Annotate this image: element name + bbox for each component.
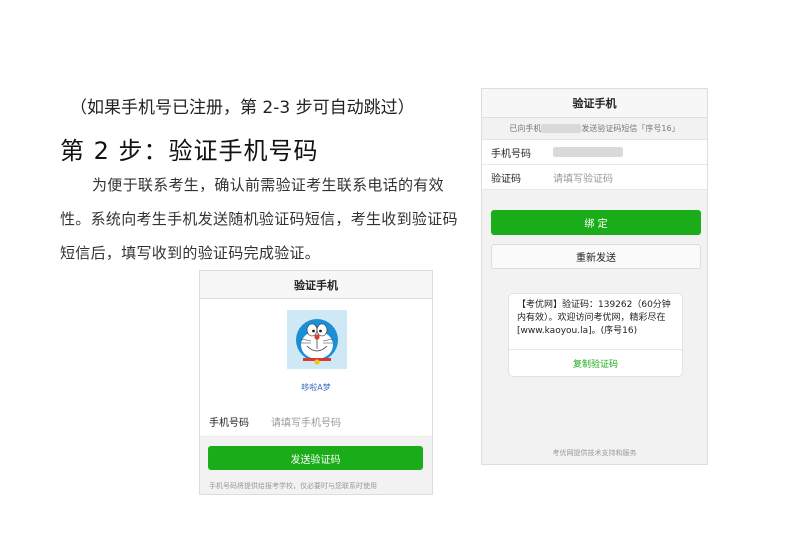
sms-message: 【考优网】验证码：139262（60分钟内有效）。欢迎访问考优网，精彩尽在[ww…	[509, 294, 682, 350]
phone-field-row: 手机号码	[482, 140, 707, 165]
phone-label: 手机号码	[491, 148, 531, 160]
copy-code-button[interactable]: 复制验证码	[509, 350, 682, 376]
resend-button[interactable]: 重新发送	[491, 244, 701, 269]
sent-status-prefix: 已向手机	[509, 124, 542, 133]
page-title: 验证手机	[482, 89, 707, 118]
masked-phone-value	[553, 147, 623, 157]
profile-section: 哆啦A梦	[200, 299, 432, 407]
sms-popup: 【考优网】验证码：139262（60分钟内有效）。欢迎访问考优网，精彩尽在[ww…	[508, 293, 683, 377]
enter-code-screen: 验证手机 已向手机 发送验证码短信「序号16」 手机号码 验证码 请填写验证码 …	[481, 88, 708, 465]
step-description-text: 为便于联系考生，确认前需验证考生联系电话的有效性。系统向考生手机发送随机验证码短…	[60, 176, 458, 262]
code-label: 验证码	[491, 173, 521, 185]
send-code-button[interactable]: 发送验证码	[208, 446, 423, 470]
step-title: 第 2 步：验证手机号码	[60, 137, 319, 165]
masked-phone-number	[541, 124, 582, 133]
phone-input[interactable]: 请填写手机号码	[271, 414, 341, 429]
footer-credit: 考优网提供技术支持和服务	[552, 449, 637, 457]
code-field-row[interactable]: 验证码 请填写验证码	[482, 165, 707, 190]
sent-status-bar: 已向手机 发送验证码短信「序号16」	[482, 118, 707, 140]
code-input[interactable]: 请填写验证码	[553, 170, 613, 185]
phone-field-row[interactable]: 手机号码 请填写手机号码	[200, 407, 432, 437]
phone-label: 手机号码	[209, 418, 249, 429]
step-description: 为便于联系考生，确认前需验证考生联系电话的有效性。系统向考生手机发送随机验证码短…	[60, 168, 472, 270]
verify-phone-screen: 验证手机 哆啦A梦 手机号码 请填写手机号码 发送验证码 手机号码将提供给报考学…	[199, 270, 433, 495]
avatar	[287, 310, 347, 369]
sent-status-suffix: 发送验证码短信「序号16」	[581, 124, 680, 133]
page-title: 验证手机	[200, 271, 432, 299]
avatar-name: 哆啦A梦	[301, 383, 331, 392]
skip-note: （如果手机号已注册，第 2-3 步可自动跳过）	[70, 98, 415, 118]
privacy-note: 手机号码将提供给报考学校，仅必要时与您联系时使用	[209, 482, 377, 490]
bind-button[interactable]: 绑 定	[491, 210, 701, 235]
doraemon-avatar-icon	[287, 310, 347, 369]
